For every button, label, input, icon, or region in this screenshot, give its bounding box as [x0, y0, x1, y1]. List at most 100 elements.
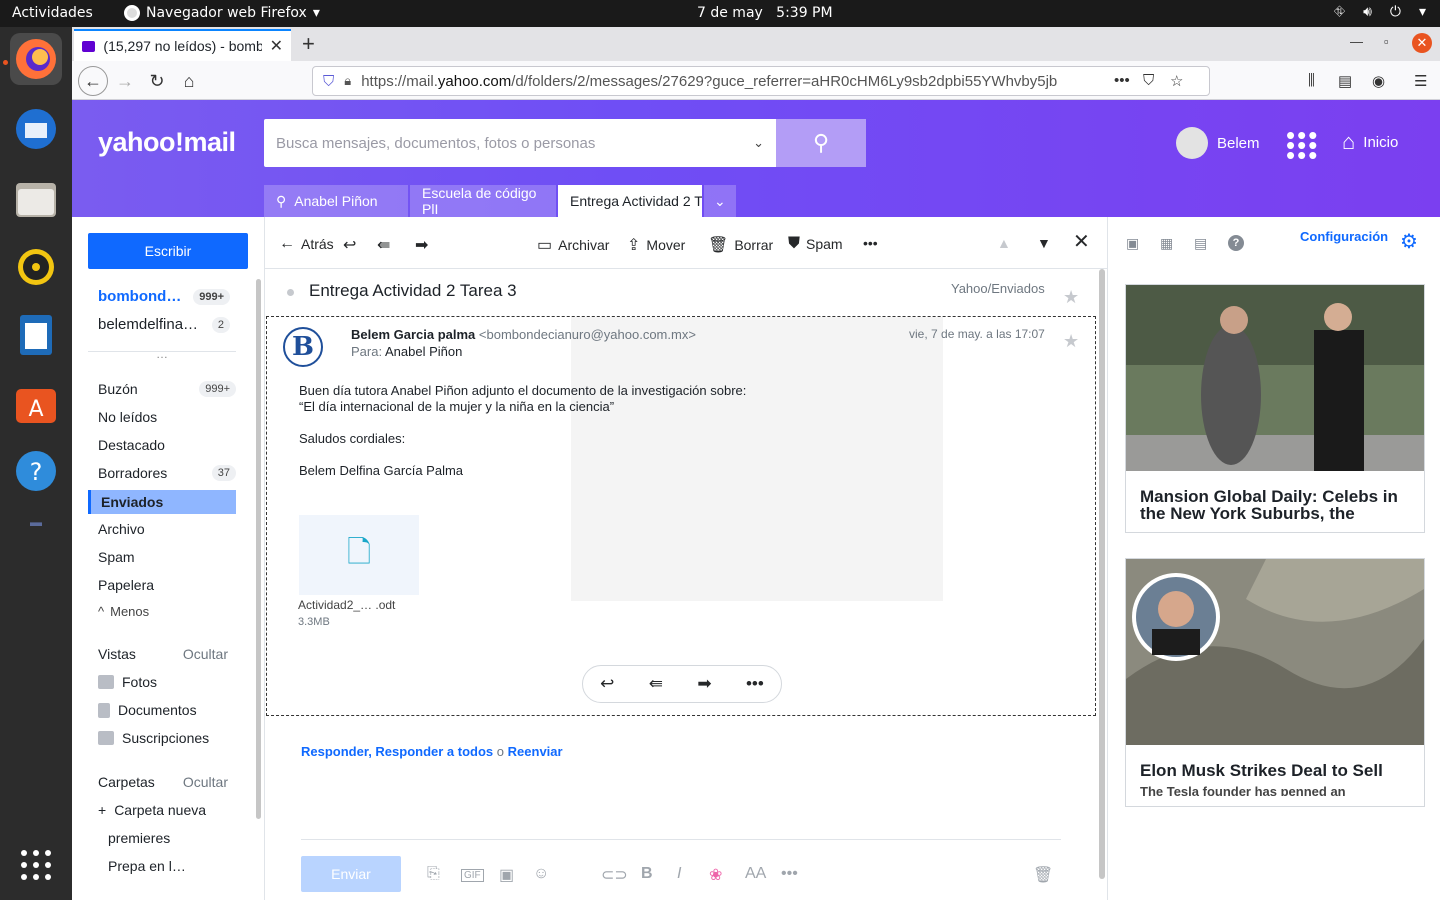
show-apps-icon[interactable] — [10, 839, 62, 891]
folder-archive[interactable]: Archivo — [98, 521, 236, 537]
tracking-shield-icon[interactable]: ⛉ — [323, 73, 334, 90]
thunderbird-dock-icon[interactable] — [10, 103, 62, 155]
view-documents[interactable]: Documentos — [98, 702, 197, 718]
help-dock-icon[interactable]: ? — [10, 445, 62, 497]
mail-tab[interactable]: Escuela de código PlI — [410, 185, 556, 217]
star-icon[interactable]: ★ — [1063, 331, 1079, 352]
accounts-more[interactable]: … — [88, 348, 236, 360]
workspace-icon[interactable]: ▬ — [10, 507, 62, 537]
sidebar-scrollbar[interactable] — [256, 279, 261, 819]
browser-tab-yahoo-mail[interactable]: (15,297 no leídos) - bomb ✕ — [74, 29, 291, 61]
firefox-dock-icon[interactable] — [10, 33, 62, 85]
new-tab-icon[interactable]: + — [302, 31, 315, 57]
account-primary[interactable]: bombond… 999+ — [98, 288, 230, 305]
user-menu[interactable]: Belem — [1176, 127, 1260, 159]
reply-all-icon[interactable]: ⇚ — [649, 674, 663, 694]
emoji-icon[interactable]: ☺ — [533, 865, 549, 883]
italic-icon[interactable]: I — [677, 865, 681, 883]
system-tray[interactable]: ⛗ 🔊︎ ⏻ ▾ — [1334, 4, 1426, 20]
reload-icon[interactable]: ↻ — [142, 66, 172, 96]
folder-spam[interactable]: Spam — [98, 549, 236, 565]
chevron-down-icon[interactable]: ⌄ — [753, 135, 764, 151]
bold-icon[interactable]: B — [641, 865, 653, 883]
message-scrollbar[interactable] — [1099, 269, 1105, 879]
window-close-icon[interactable]: ✕ — [1412, 33, 1432, 53]
sidebar-icon[interactable]: ▤ — [1338, 72, 1352, 90]
less-toggle[interactable]: ^ Menos — [98, 604, 236, 619]
message-sender[interactable]: Belem Garcia palma <bombondecianuro@yaho… — [351, 327, 696, 342]
sticker-icon[interactable]: ▣ — [499, 865, 514, 885]
move-button[interactable]: ⇪ Mover — [627, 235, 685, 255]
contacts-icon[interactable]: ▣ — [1126, 235, 1139, 252]
more-icon[interactable]: ••• — [746, 674, 764, 694]
folder-starred[interactable]: Destacado — [98, 437, 236, 453]
minimize-icon[interactable]: — — [1350, 34, 1363, 49]
notepad-icon[interactable]: ▤ — [1194, 235, 1207, 252]
view-photos[interactable]: Fotos — [98, 674, 157, 690]
yahoo-mail-logo[interactable]: yahoo!mail — [98, 127, 236, 158]
settings-link[interactable]: Configuración — [1300, 229, 1388, 244]
discard-icon[interactable]: 🗑︎ — [1033, 865, 1053, 885]
folder-inbox[interactable]: Buzón 999+ — [98, 381, 236, 397]
gif-icon[interactable]: GIF — [461, 869, 484, 882]
new-folder-button[interactable]: + Carpeta nueva — [98, 802, 206, 818]
views-hide-link[interactable]: Ocultar — [183, 646, 228, 662]
link-icon[interactable]: ⊂⊃ — [601, 865, 628, 885]
color-icon[interactable]: ❀ — [709, 865, 722, 885]
custom-folder[interactable]: premieres — [108, 830, 170, 846]
ad-card[interactable]: Elon Musk Strikes Deal to Sell Multiple … — [1125, 558, 1425, 807]
attachment-thumbnail[interactable]: 🗋 — [299, 515, 419, 595]
search-button[interactable]: ⚲ — [776, 119, 866, 167]
tabs-overflow-chevron-icon[interactable]: ⌄ — [704, 185, 736, 217]
clock[interactable]: 7 de may 5:39 PM — [697, 5, 833, 21]
url-bar[interactable]: ⛉ 🔒︎ https://mail.yahoo.com/d/folders/2/… — [312, 66, 1210, 96]
previous-message-icon[interactable]: ▲ — [997, 235, 1011, 251]
account-secondary[interactable]: belemdelfina… 2 — [98, 316, 230, 333]
reply-all-button[interactable]: ⇚ — [377, 235, 390, 255]
library-icon[interactable]: ⫼ — [1308, 72, 1315, 89]
maximize-icon[interactable]: ▫ — [1384, 34, 1389, 49]
more-actions-icon[interactable]: ••• — [863, 235, 878, 251]
spam-button[interactable]: ⛊ Spam — [788, 235, 843, 253]
forward-icon[interactable]: ➡ — [697, 674, 711, 694]
menu-icon[interactable]: ☰ — [1414, 72, 1427, 90]
software-dock-icon[interactable]: A — [10, 377, 62, 429]
folder-unread[interactable]: No leídos — [98, 409, 236, 425]
app-menu[interactable]: Navegador web Firefox ▾ — [124, 5, 320, 21]
attach-icon[interactable]: ⎘ — [427, 865, 440, 883]
ad-card[interactable]: Mansion Global Daily: Celebs in the New … — [1125, 284, 1425, 533]
lock-icon[interactable]: 🔒︎ — [344, 73, 351, 89]
account-icon[interactable]: ◉ — [1372, 72, 1385, 90]
star-icon[interactable]: ★ — [1063, 287, 1079, 308]
close-message-icon[interactable]: ✕ — [1073, 229, 1090, 254]
home-icon[interactable]: ⌂ — [174, 66, 204, 96]
archive-button[interactable]: ▭ Archivar — [537, 235, 609, 255]
mail-tab[interactable]: ⚲ Anabel Piñon — [264, 185, 408, 217]
reply-all-link[interactable]: Responder a todos — [375, 744, 493, 759]
custom-folder[interactable]: Prepa en l… — [108, 858, 186, 874]
rhythmbox-dock-icon[interactable] — [10, 241, 62, 293]
next-message-icon[interactable]: ▼ — [1037, 235, 1051, 251]
delete-button[interactable]: 🗑︎ Borrar — [708, 235, 773, 255]
page-actions-icon[interactable]: ••• — [1114, 72, 1130, 89]
mail-tab-active[interactable]: Entrega Actividad 2 T — [558, 185, 702, 217]
back-button[interactable]: ← Atrás — [279, 235, 334, 253]
writer-dock-icon[interactable] — [10, 309, 62, 361]
forward-link[interactable]: Reenviar — [508, 744, 563, 759]
folder-sent[interactable]: Enviados — [88, 490, 236, 514]
compose-button[interactable]: Escribir — [88, 233, 248, 269]
view-subscriptions[interactable]: Suscripciones — [98, 730, 209, 746]
folders-hide-link[interactable]: Ocultar — [183, 774, 228, 790]
reply-link[interactable]: Responder — [301, 744, 368, 759]
font-size-icon[interactable]: AA — [745, 865, 766, 883]
close-tab-icon[interactable]: ✕ — [270, 36, 283, 56]
attachment-name[interactable]: Actividad2_… .odt — [298, 598, 395, 612]
back-icon[interactable]: ← — [78, 66, 108, 96]
forward-button[interactable]: ➡ — [415, 235, 428, 255]
more-formatting-icon[interactable]: ••• — [781, 865, 798, 883]
send-button[interactable]: Enviar — [301, 856, 401, 892]
gear-icon[interactable]: ⚙ — [1400, 229, 1418, 254]
pocket-icon[interactable]: ⛉ — [1143, 72, 1154, 89]
calendar-icon[interactable]: ▦ — [1160, 235, 1173, 252]
apps-grid-icon[interactable]: ••• ••• ••• — [1286, 122, 1319, 168]
